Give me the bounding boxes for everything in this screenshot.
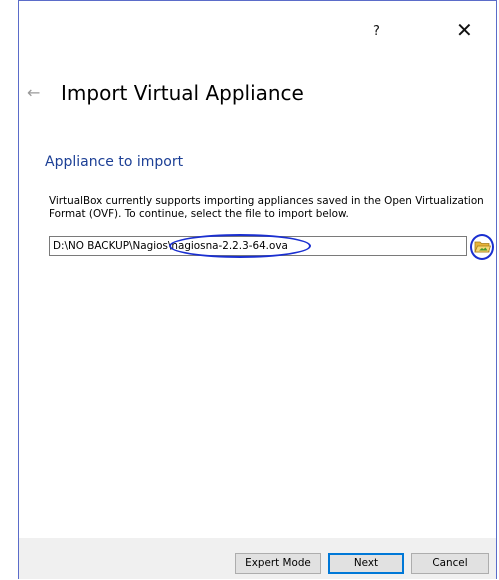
button-bar: Expert Mode Next Cancel	[19, 538, 496, 579]
close-button[interactable]: ✕	[456, 18, 473, 42]
section-header: Appliance to import	[45, 154, 184, 170]
expert-mode-button[interactable]: Expert Mode	[235, 553, 321, 574]
import-appliance-dialog: ? ✕ ← Import Virtual Appliance Appliance…	[18, 0, 497, 579]
next-button[interactable]: Next	[328, 553, 404, 574]
file-path-input[interactable]: D:\NO BACKUP\Nagios\nagiosna-2.2.3-64.ov…	[49, 236, 467, 256]
cancel-button[interactable]: Cancel	[411, 553, 489, 574]
back-arrow-icon[interactable]: ←	[27, 83, 40, 102]
folder-open-icon	[474, 241, 492, 253]
page-title: Import Virtual Appliance	[61, 81, 304, 105]
help-button[interactable]: ?	[373, 24, 380, 39]
description-text: VirtualBox currently supports importing …	[49, 195, 484, 220]
browse-button[interactable]	[474, 238, 492, 255]
